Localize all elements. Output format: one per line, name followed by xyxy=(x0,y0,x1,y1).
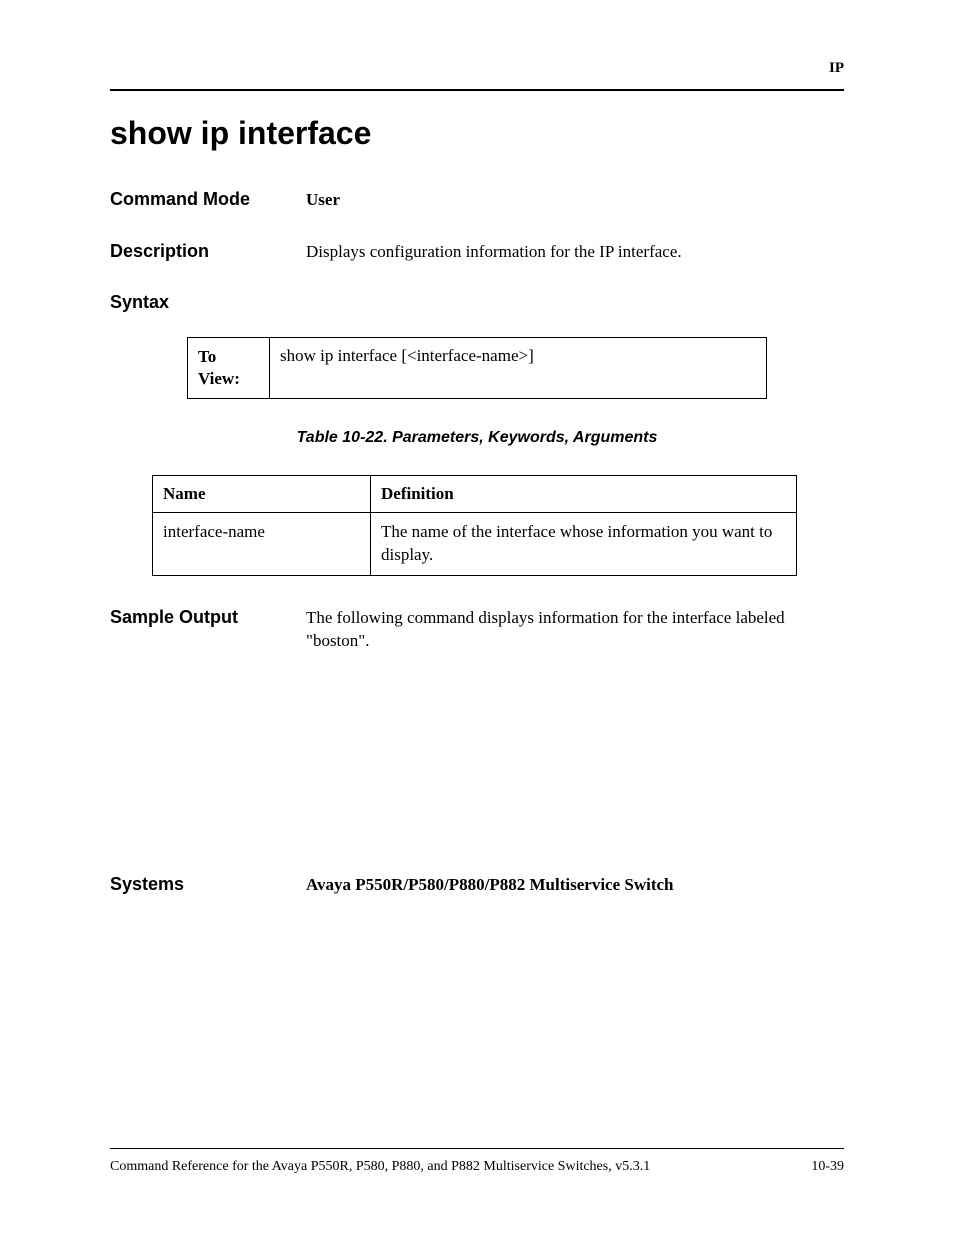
command-mode-value: User xyxy=(306,188,844,212)
description-row: Description Displays configuration infor… xyxy=(110,240,844,264)
page-title: show ip interface xyxy=(110,115,844,152)
command-mode-row: Command Mode User xyxy=(110,188,844,212)
syntax-table: To View: show ip interface [<interface-n… xyxy=(187,337,767,399)
footer-doc-title: Command Reference for the Avaya P550R, P… xyxy=(110,1159,650,1175)
header-category: IP xyxy=(110,60,844,77)
sample-output-row: Sample Output The following command disp… xyxy=(110,606,844,654)
syntax-command: show ip interface [<interface-name>] xyxy=(270,337,767,398)
params-header-name: Name xyxy=(153,475,371,512)
footer-rule xyxy=(110,1148,844,1149)
params-header-definition: Definition xyxy=(371,475,797,512)
params-table: Name Definition interface-name The name … xyxy=(152,475,797,576)
sample-output-label: Sample Output xyxy=(110,607,306,628)
params-table-caption: Table 10-22. Parameters, Keywords, Argum… xyxy=(110,429,844,447)
page-footer: Command Reference for the Avaya P550R, P… xyxy=(110,1148,844,1175)
description-value: Displays configuration information for t… xyxy=(306,240,844,264)
param-name: interface-name xyxy=(153,512,371,575)
systems-label: Systems xyxy=(110,874,306,895)
command-mode-label: Command Mode xyxy=(110,189,306,210)
syntax-label: Syntax xyxy=(110,292,844,313)
sample-output-value: The following command displays informati… xyxy=(306,606,844,654)
syntax-to-view: To View: xyxy=(188,337,270,398)
description-label: Description xyxy=(110,241,306,262)
param-definition: The name of the interface whose informat… xyxy=(371,512,797,575)
systems-value: Avaya P550R/P580/P880/P882 Multiservice … xyxy=(306,873,844,897)
top-rule xyxy=(110,89,844,91)
footer-page-number: 10-39 xyxy=(811,1159,844,1175)
table-row: interface-name The name of the interface… xyxy=(153,512,797,575)
systems-row: Systems Avaya P550R/P580/P880/P882 Multi… xyxy=(110,873,844,897)
